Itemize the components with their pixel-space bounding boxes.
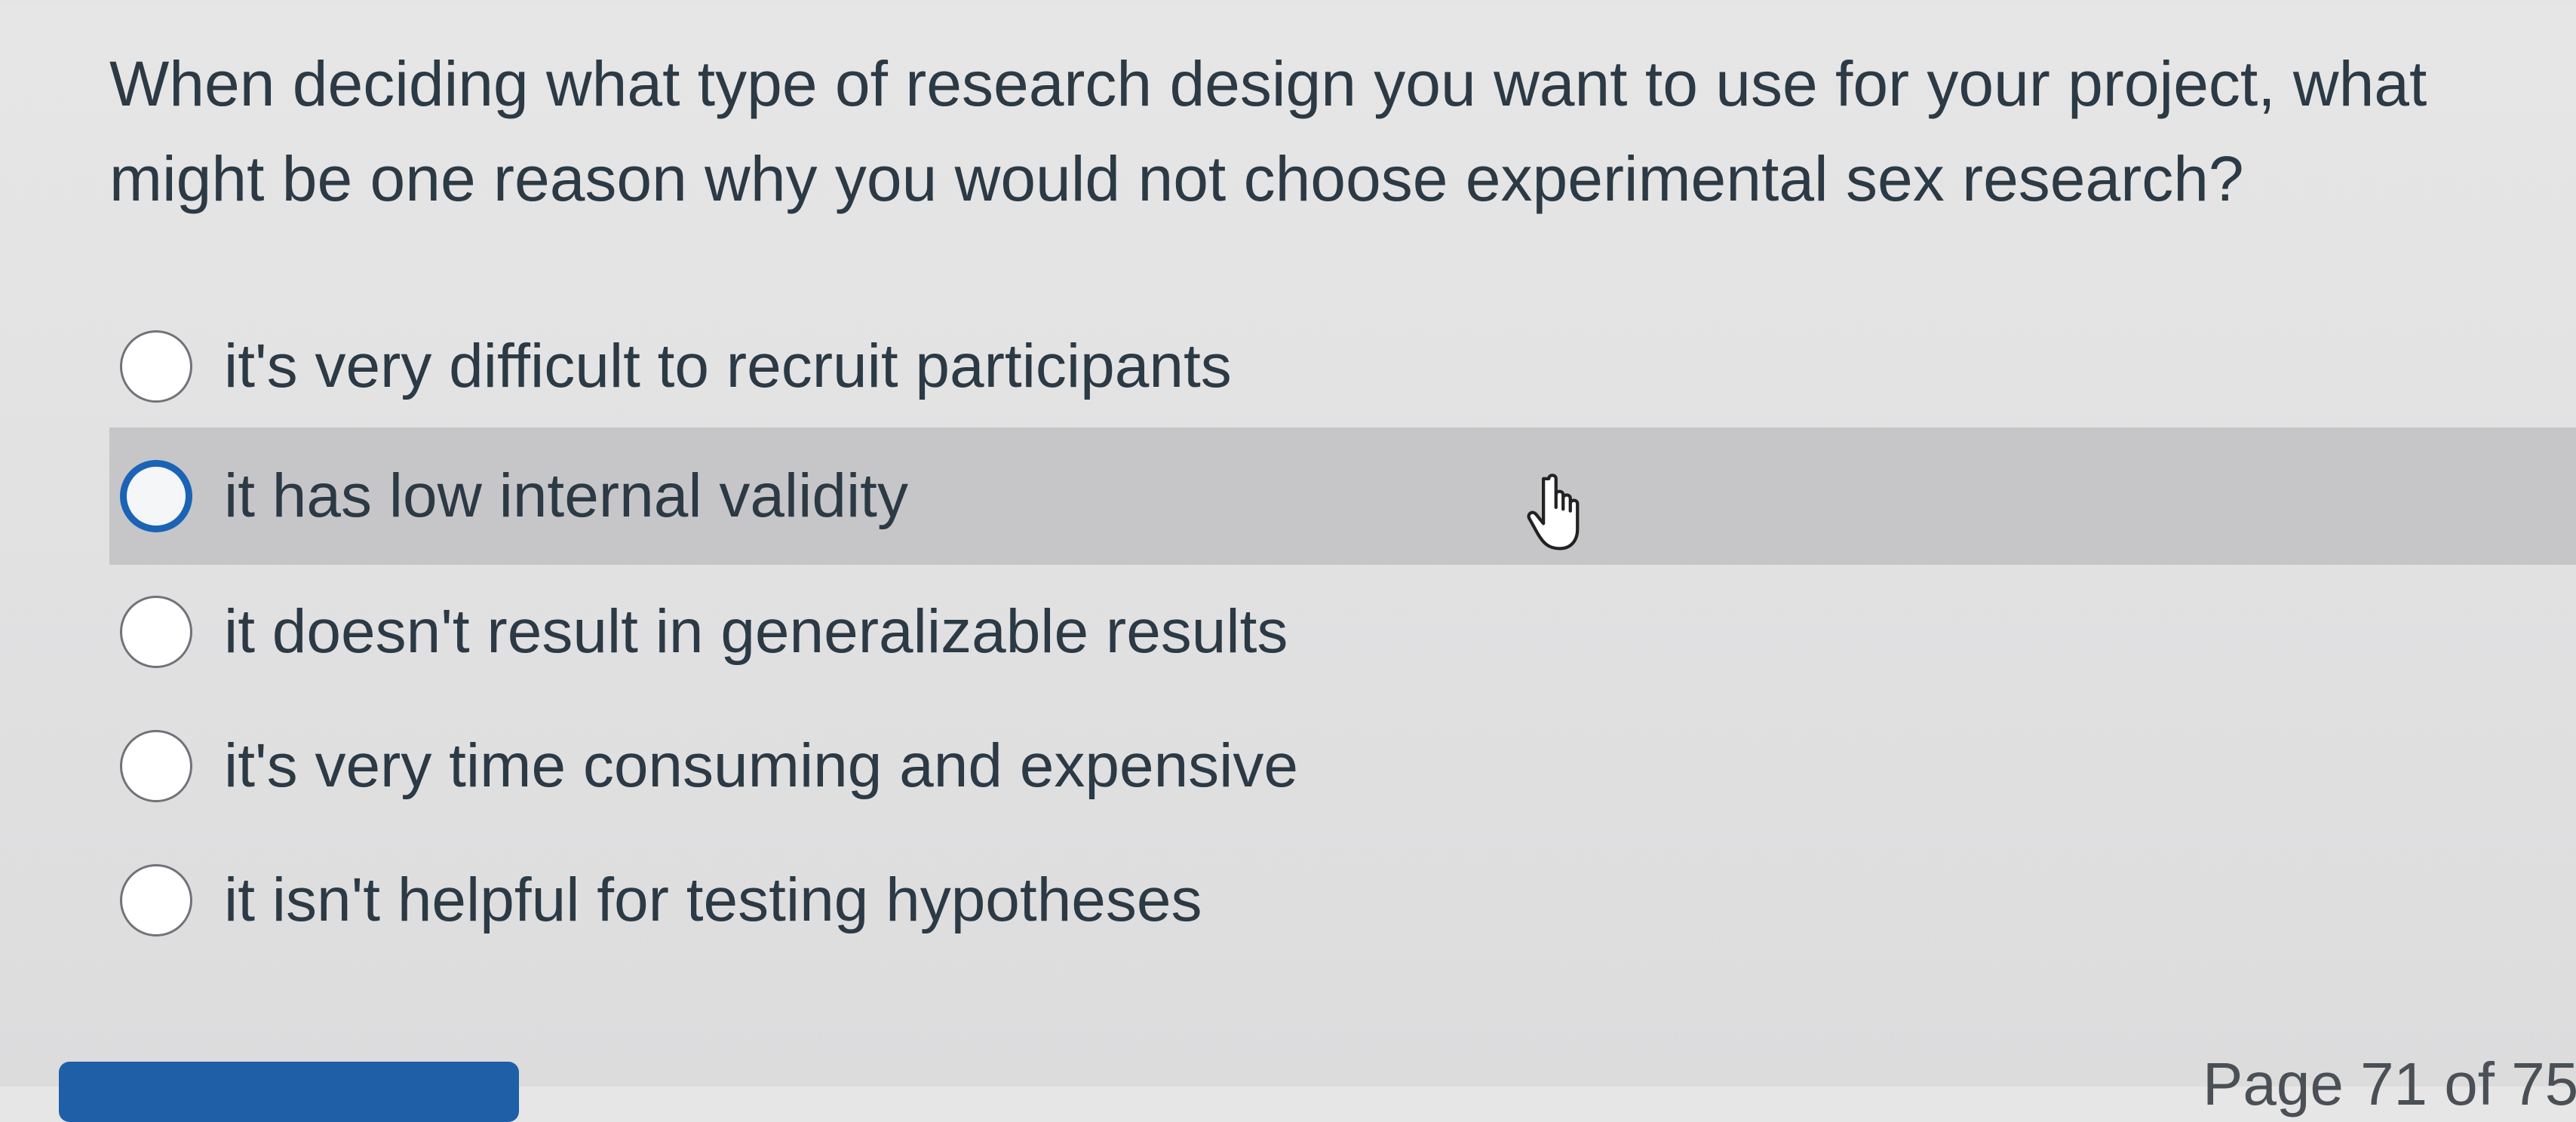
answer-label: it isn't helpful for testing hypotheses — [224, 866, 1202, 934]
radio-button-icon[interactable] — [120, 864, 192, 937]
answer-label: it has low internal validity — [224, 461, 908, 530]
submit-button[interactable] — [59, 1062, 519, 1122]
hand-pointer-icon — [1527, 474, 1580, 550]
answer-label: it's very difficult to recruit participa… — [224, 332, 1232, 400]
page-indicator: Page 71 of 75 — [2203, 1050, 2576, 1117]
answer-option-5[interactable]: it isn't helpful for testing hypotheses — [109, 832, 2576, 969]
answer-option-2[interactable]: it has low internal validity — [109, 428, 2576, 565]
radio-button-icon[interactable] — [120, 730, 192, 802]
answer-label: it's very time consuming and expensive — [224, 731, 1298, 800]
radio-button-icon[interactable] — [120, 460, 192, 532]
answer-option-3[interactable]: it doesn't result in generalizable resul… — [109, 563, 2576, 700]
answer-label: it doesn't result in generalizable resul… — [224, 597, 1288, 666]
answer-option-4[interactable]: it's very time consuming and expensive — [109, 697, 2576, 835]
radio-button-icon[interactable] — [120, 596, 192, 668]
question-text: When deciding what type of research desi… — [109, 48, 2427, 214]
radio-button-icon[interactable] — [120, 330, 192, 403]
answer-option-1[interactable]: it's very difficult to recruit participa… — [109, 298, 2576, 435]
